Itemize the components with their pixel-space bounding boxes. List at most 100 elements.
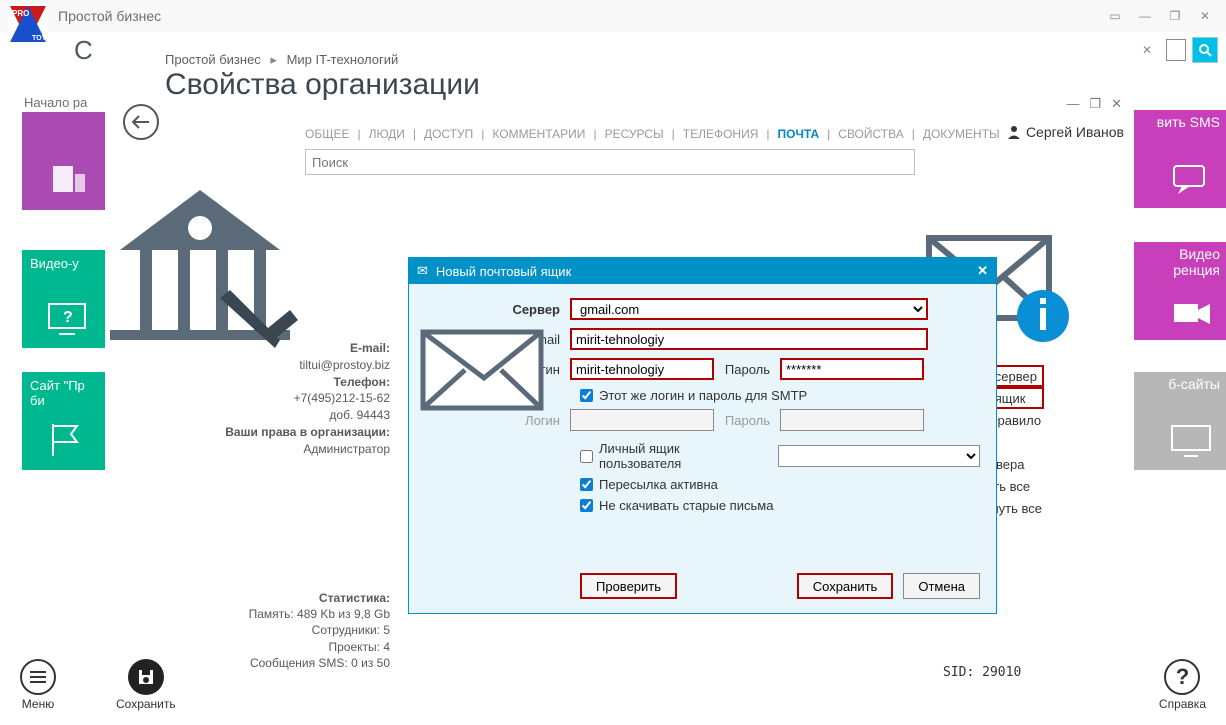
restore-icon[interactable]: ▭ bbox=[1102, 7, 1128, 25]
help-icon: ? bbox=[1164, 659, 1200, 695]
building-illustration bbox=[100, 170, 300, 350]
app-title: Простой бизнес bbox=[58, 8, 161, 24]
phone-value: +7(495)212-15-62 bbox=[180, 390, 390, 407]
tab-people[interactable]: ЛЮДИ bbox=[369, 127, 405, 141]
server-select[interactable]: gmail.com bbox=[570, 298, 928, 320]
forwarding-checkbox[interactable] bbox=[580, 478, 593, 491]
stats-employees: Сотрудники: 5 bbox=[180, 622, 390, 638]
tile-left-2[interactable]: Видео-у ? bbox=[22, 250, 112, 348]
monitor-question-icon: ? bbox=[45, 302, 89, 338]
tab-general[interactable]: ОБЩЕЕ bbox=[305, 127, 349, 141]
sub-close-icon[interactable]: ✕ bbox=[1134, 41, 1160, 59]
tile-right-1[interactable]: вить SMS bbox=[1134, 110, 1226, 208]
login-input[interactable] bbox=[570, 358, 714, 380]
help-button[interactable]: ? Справка bbox=[1159, 659, 1206, 711]
message-icon bbox=[1172, 164, 1212, 196]
email-input[interactable] bbox=[570, 328, 928, 350]
bottom-toolbar: Меню Сохранить ? Справка bbox=[0, 645, 1226, 725]
save-icon bbox=[128, 659, 164, 695]
camera-icon bbox=[1172, 300, 1212, 328]
tile-right-2[interactable]: Видео ренция bbox=[1134, 242, 1226, 340]
chevron-right-icon: ▸ bbox=[270, 52, 277, 67]
window-controls: ▭ — ❐ ✕ bbox=[1102, 7, 1218, 25]
stats-header: Статистика: bbox=[319, 591, 390, 605]
personal-box-label: Личный ящик пользователя bbox=[599, 441, 764, 471]
no-old-checkbox[interactable] bbox=[580, 499, 593, 512]
same-smtp-label: Этот же логин и пароль для SMTP bbox=[599, 388, 807, 403]
rights-value: Администратор bbox=[180, 441, 390, 458]
same-smtp-checkbox[interactable] bbox=[580, 389, 593, 402]
page-title: Свойства организации bbox=[105, 68, 1130, 101]
tile-left-1[interactable] bbox=[22, 112, 112, 210]
help-label: Справка bbox=[1159, 697, 1206, 711]
server-label: Сервер bbox=[425, 302, 570, 317]
save-bottom-button[interactable]: Сохранить bbox=[116, 659, 176, 711]
tab-mail[interactable]: ПОЧТА bbox=[778, 127, 820, 141]
tile-left-3[interactable]: Сайт "Пр би bbox=[22, 372, 112, 470]
tab-properties[interactable]: СВОЙСТВА bbox=[838, 127, 903, 141]
tab-resources[interactable]: РЕСУРСЫ bbox=[605, 127, 664, 141]
phone-ext: доб. 94443 bbox=[180, 407, 390, 424]
personal-box-user-select[interactable] bbox=[778, 445, 980, 467]
tile-right-3[interactable]: б-сайты bbox=[1134, 372, 1226, 470]
app-titlebar: Простой бизнес ▭ — ❐ ✕ bbox=[0, 0, 1226, 32]
header-search-input[interactable] bbox=[1166, 39, 1186, 61]
user-icon bbox=[1006, 124, 1022, 140]
tile-label: б-сайты bbox=[1168, 376, 1220, 392]
svg-text:TOY: TOY bbox=[32, 35, 47, 42]
new-mailbox-modal: ✉ Новый почтовый ящик ✕ Сервер gmail.com… bbox=[408, 257, 997, 614]
tile-label: Видео ренция bbox=[1173, 246, 1220, 278]
smtp-login-input bbox=[570, 409, 714, 431]
tabs: ОБЩЕЕ| ЛЮДИ| ДОСТУП| КОММЕНТАРИИ| РЕСУРС… bbox=[105, 101, 1130, 149]
panel-close-icon[interactable]: ✕ bbox=[1111, 96, 1122, 112]
panel-maximize-icon[interactable]: ❐ bbox=[1089, 96, 1101, 112]
org-info: E-mail: tiltui@prostoy.biz Телефон: +7(4… bbox=[180, 340, 390, 458]
email-value: tiltui@prostoy.biz bbox=[180, 357, 390, 374]
smtp-password-input bbox=[780, 409, 924, 431]
tab-documents[interactable]: ДОКУМЕНТЫ bbox=[923, 127, 1000, 141]
close-icon[interactable]: ✕ bbox=[1192, 7, 1218, 25]
building-icon bbox=[45, 156, 89, 200]
password-label: Пароль bbox=[714, 362, 780, 377]
search-icon bbox=[1198, 43, 1212, 57]
personal-box-checkbox[interactable] bbox=[580, 450, 593, 463]
maximize-icon[interactable]: ❐ bbox=[1162, 7, 1188, 25]
save-label: Сохранить bbox=[116, 697, 176, 711]
check-button[interactable]: Проверить bbox=[580, 573, 677, 599]
menu-icon bbox=[20, 659, 56, 695]
forwarding-label: Пересылка активна bbox=[599, 477, 718, 492]
tab-comments[interactable]: КОММЕНТАРИИ bbox=[492, 127, 585, 141]
minimize-icon[interactable]: — bbox=[1132, 7, 1158, 25]
tab-access[interactable]: ДОСТУП bbox=[424, 127, 473, 141]
breadcrumb: Простой бизнес ▸ Мир IT-технологий bbox=[105, 40, 1130, 68]
panel-minimize-icon[interactable]: — bbox=[1066, 96, 1079, 112]
user-name: Сергей Иванов bbox=[1026, 124, 1124, 140]
menu-button[interactable]: Меню bbox=[20, 659, 56, 711]
modal-titlebar[interactable]: ✉ Новый почтовый ящик ✕ bbox=[409, 258, 996, 284]
stats-memory: Память: 489 Kb из 9,8 Gb bbox=[180, 606, 390, 622]
back-button[interactable] bbox=[123, 104, 159, 140]
menu-label: Меню bbox=[22, 697, 54, 711]
phone-label: Телефон: bbox=[334, 375, 390, 389]
password-input[interactable] bbox=[780, 358, 924, 380]
svg-text:?: ? bbox=[63, 309, 73, 326]
modal-close-button[interactable]: ✕ bbox=[977, 263, 988, 279]
flag-icon bbox=[47, 420, 87, 460]
breadcrumb-item[interactable]: Мир IT-технологий bbox=[287, 52, 399, 67]
svg-text:PRO: PRO bbox=[12, 9, 29, 18]
search-button[interactable] bbox=[1192, 37, 1218, 63]
no-old-label: Не скачивать старые письма bbox=[599, 498, 773, 513]
monitor-icon bbox=[1170, 424, 1212, 458]
breadcrumb-item[interactable]: Простой бизнес bbox=[165, 52, 261, 67]
search-input[interactable] bbox=[305, 149, 915, 175]
organization-window: Простой бизнес ▸ Мир IT-технологий Свойс… bbox=[105, 40, 1130, 720]
rights-label: Ваши права в организации: bbox=[225, 425, 390, 439]
arrow-left-icon bbox=[132, 115, 150, 129]
cancel-button[interactable]: Отмена bbox=[903, 573, 980, 599]
tile-label: Сайт "Пр би bbox=[30, 378, 112, 408]
modal-title-text: Новый почтовый ящик bbox=[436, 264, 571, 279]
tab-telephony[interactable]: ТЕЛЕФОНИЯ bbox=[683, 127, 759, 141]
current-user[interactable]: Сергей Иванов bbox=[1006, 124, 1124, 140]
save-button[interactable]: Сохранить bbox=[797, 573, 894, 599]
tile-label: вить SMS bbox=[1157, 114, 1220, 130]
